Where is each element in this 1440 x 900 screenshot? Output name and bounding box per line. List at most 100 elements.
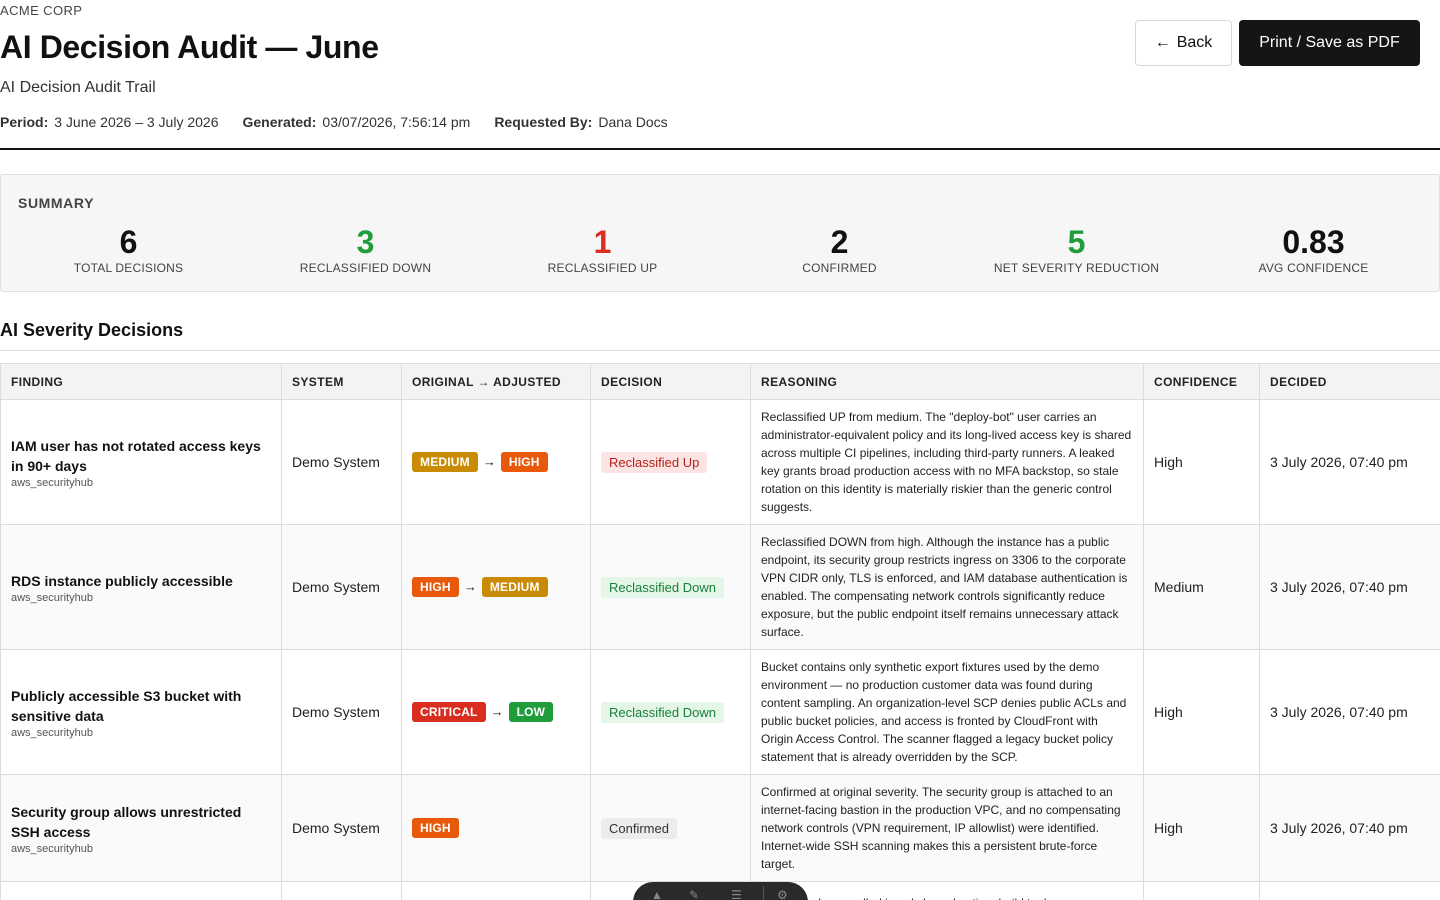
cell-finding: Security group allows unrestricted SSH a… (0, 774, 282, 882)
reasoning-text: Confirmed at original severity. The secu… (761, 785, 1121, 871)
summary-stat-value: 2 (830, 224, 849, 260)
col-confidence: CONFIDENCE (1143, 363, 1260, 400)
summary-panel: SUMMARY 6 TOTAL DECISIONS 3 RECLASSIFIED DO… (0, 174, 1440, 292)
section-title: AI Severity Decisions (0, 320, 184, 340)
table-header-row: FINDING SYSTEM ORIGINAL → ADJUSTED DECIS… (0, 363, 1440, 400)
summary-stat-label: RECLASSIFIED UP (547, 261, 658, 275)
summary-stat-label: NET SEVERITY REDUCTION (993, 261, 1160, 275)
reasoning-text: ...e dependency pulled in only by a dev-… (761, 894, 1133, 900)
summary-stat-label: AVG CONFIDENCE (1258, 261, 1369, 275)
toolbar-menu-icon[interactable]: ☰ (731, 888, 742, 900)
reasoning-text: Reclassified UP from medium. The "deploy… (761, 410, 1132, 514)
cell-finding: RDS instance publicly accessible aws_secu… (0, 524, 282, 650)
col-system: SYSTEM (281, 363, 402, 400)
finding-title: IAM user has not rotated access keys in … (11, 437, 261, 474)
print-save-pdf-button[interactable]: Print / Save as PDF (1239, 20, 1420, 66)
decision-badge: Reclassified Up (601, 451, 708, 473)
summary-stat: 1 RECLASSIFIED UP (484, 223, 721, 275)
summary-stat: 5 NET SEVERITY REDUCTION (958, 223, 1195, 275)
back-button[interactable]: ← Back (1135, 20, 1232, 66)
cell-severity-change: MEDIUM → HIGH (401, 399, 591, 525)
cell-decision: Reclassified Down (590, 649, 751, 775)
cell-system: Demo System (281, 649, 402, 775)
severity-badge: HIGH (500, 452, 548, 472)
header-divider (0, 148, 1440, 150)
toolbar-settings-icon[interactable]: ⚙ (777, 888, 788, 900)
cell-decision: Confirmed (590, 774, 751, 882)
summary-stat-value: 5 (1067, 224, 1086, 260)
finding-source: aws_securityhub (11, 476, 93, 489)
report-meta: Period: 3 June 2026 – 3 July 2026 Generat… (0, 114, 668, 130)
cell-reasoning: ...e dependency pulled in only by a dev-… (750, 881, 1144, 900)
decision-badge: Reclassified Down (601, 576, 724, 598)
cell-severity-change: CRITICAL → LOW (401, 649, 591, 775)
page-subtitle: AI Decision Audit Trail (0, 79, 156, 96)
cell-reasoning: Reclassified UP from medium. The "deploy… (750, 399, 1144, 525)
summary-stat-label: TOTAL DECISIONS (73, 261, 184, 275)
decision-badge: Confirmed (601, 817, 677, 839)
summary-stat-value: 6 (119, 224, 138, 260)
finding-source: aws_securityhub (11, 591, 93, 604)
table-row[interactable]: IAM user has not rotated access keys in … (0, 399, 1440, 525)
cell-decided (1259, 881, 1440, 900)
cell-confidence: Medium (1143, 524, 1260, 650)
cell-finding (0, 881, 282, 900)
cell-reasoning: Bucket contains only synthetic export fi… (750, 649, 1144, 775)
section-divider (0, 350, 1440, 351)
table-row[interactable]: Publicly accessible S3 bucket with sensi… (0, 649, 1440, 775)
severity-badge: MEDIUM (481, 577, 548, 597)
severity-badge: HIGH (412, 818, 459, 838)
summary-stat: 2 CONFIRMED (721, 223, 958, 275)
meta-period: Period: 3 June 2026 – 3 July 2026 (0, 114, 219, 130)
toolbar-pen-icon[interactable]: ✎ (689, 888, 699, 900)
severity-badge: CRITICAL (412, 702, 486, 722)
col-original-adjusted: ORIGINAL → ADJUSTED (401, 363, 591, 400)
arrow-left-icon: ← (1154, 34, 1171, 51)
arrow-right-icon: → (490, 704, 504, 719)
cell-system: Demo System (281, 524, 402, 650)
page-title: AI Decision Audit — June (0, 29, 379, 65)
col-decided: DECIDED (1259, 363, 1440, 400)
floating-toolbar[interactable]: ▲ ✎ ☰ ⚙ (633, 882, 808, 900)
cell-reasoning: Confirmed at original severity. The secu… (750, 774, 1144, 882)
company-name: ACME CORP (0, 3, 83, 18)
col-decision: DECISION (590, 363, 751, 400)
cell-reasoning: Reclassified DOWN from high. Although th… (750, 524, 1144, 650)
finding-title: Publicly accessible S3 bucket with sensi… (11, 687, 242, 724)
decisions-table: FINDING SYSTEM ORIGINAL → ADJUSTED DECIS… (0, 363, 1440, 900)
toolbar-separator (763, 886, 764, 900)
cell-severity-change: HIGH (401, 774, 591, 882)
back-button-label: Back (1176, 34, 1213, 51)
cell-decided: 3 July 2026, 07:40 pm (1259, 774, 1440, 882)
summary-stat-value: 3 (356, 224, 375, 260)
cell-confidence: High (1143, 774, 1260, 882)
summary-label: SUMMARY (18, 195, 95, 211)
cell-decided: 3 July 2026, 07:40 pm (1259, 524, 1440, 650)
cell-decision: Reclassified Down (590, 524, 751, 650)
finding-title: Security group allows unrestricted SSH a… (11, 803, 242, 840)
reasoning-text: Reclassified DOWN from high. Although th… (761, 535, 1128, 639)
cell-finding: IAM user has not rotated access keys in … (0, 399, 282, 525)
cell-system: Demo System (281, 774, 402, 882)
summary-stat-label: CONFIRMED (802, 261, 877, 275)
cell-system: Demo System (281, 399, 402, 525)
reasoning-text: Bucket contains only synthetic export fi… (761, 660, 1127, 764)
cell-finding: Publicly accessible S3 bucket with sensi… (0, 649, 282, 775)
meta-generated: Generated: 03/07/2026, 7:56:14 pm (242, 114, 471, 130)
summary-stat: 6 TOTAL DECISIONS (10, 223, 247, 275)
cell-system (281, 881, 402, 900)
cell-severity-change (401, 881, 591, 900)
table-row[interactable]: Security group allows unrestricted SSH a… (0, 774, 1440, 882)
toolbar-tool-icon[interactable]: ▲ (651, 888, 663, 900)
col-reasoning: REASONING (750, 363, 1144, 400)
table-row[interactable]: RDS instance publicly accessible aws_secu… (0, 524, 1440, 650)
severity-badge: MEDIUM (412, 452, 478, 472)
cell-decided: 3 July 2026, 07:40 pm (1259, 649, 1440, 775)
summary-stat-label: RECLASSIFIED DOWN (299, 261, 432, 275)
arrow-right-icon: → (463, 579, 477, 594)
cell-decided: 3 July 2026, 07:40 pm (1259, 399, 1440, 525)
cell-decision: Reclassified Up (590, 399, 751, 525)
finding-source: aws_securityhub (11, 842, 93, 855)
summary-stat: 3 RECLASSIFIED DOWN (247, 223, 484, 275)
cell-confidence: High (1143, 399, 1260, 525)
